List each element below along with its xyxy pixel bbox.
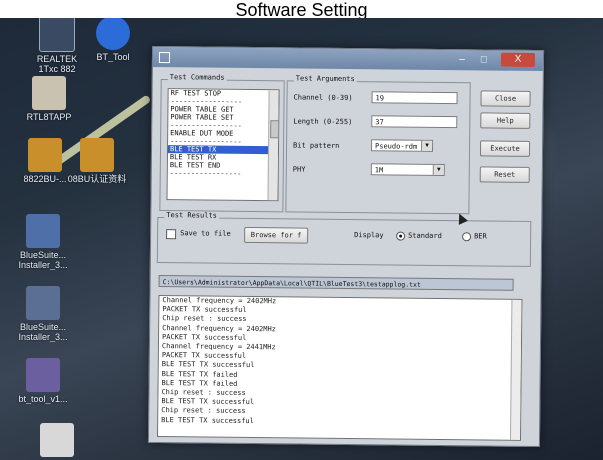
execute-button[interactable]: Execute xyxy=(479,140,531,157)
installer-icon xyxy=(26,214,60,248)
desktop-icon-sublabel: Installer_3... xyxy=(18,332,68,342)
save-to-file-checkbox[interactable] xyxy=(166,229,177,240)
realtek-icon xyxy=(39,18,75,52)
help-button[interactable]: Help xyxy=(480,112,531,129)
browse-button[interactable]: Browse for f xyxy=(244,226,309,244)
group-title: Test Results xyxy=(164,211,219,220)
group-title: Test Arguments xyxy=(293,74,357,84)
desktop-icon-label: BlueSuite... xyxy=(19,322,67,332)
bit-pattern-label: Bit pattern xyxy=(293,141,340,150)
title-bar: – □ X xyxy=(152,46,544,72)
phy-select[interactable]: 1M ▼ xyxy=(370,163,445,177)
phy-value: 1M xyxy=(374,166,384,175)
bluetest-window: – □ X Test Commands RF TEST STOP -------… xyxy=(147,45,545,448)
test-results-group: Test Results Save to file Browse for f D… xyxy=(156,211,532,267)
log-output[interactable]: Channel frequency = 2402MHz PACKET TX su… xyxy=(156,295,523,441)
standard-label: Standard xyxy=(408,231,442,241)
desktop-icon-label: BT_Tool xyxy=(96,52,130,62)
desktop-icon-sublabel: 1Txc 882 xyxy=(38,64,76,74)
desktop-icon-partial[interactable] xyxy=(22,423,92,459)
phy-label: PHY xyxy=(292,165,306,174)
desktop-icon-label: RTL8TAPP xyxy=(26,112,72,122)
desktop-icon-bluesuite-2[interactable]: BlueSuite... Installer_3... xyxy=(8,286,78,342)
display-label: Display xyxy=(354,231,384,240)
folder-icon xyxy=(80,138,114,172)
chevron-down-icon[interactable]: ▼ xyxy=(421,140,433,151)
length-input[interactable]: 37 xyxy=(371,115,458,129)
group-title: Test Commands xyxy=(167,73,227,82)
desktop-icon-bluesuite-1[interactable]: BlueSuite... Installer_3... xyxy=(8,214,78,270)
window-close-button[interactable]: X xyxy=(500,52,536,67)
desktop-icon-sublabel: Installer_3... xyxy=(18,260,68,270)
list-item[interactable]: ----------------- xyxy=(168,169,278,178)
channel-input[interactable]: 19 xyxy=(371,91,458,105)
desktop-photo: REALTEK 1Txc 882 BT_Tool RTL8TAPP 8822BU… xyxy=(0,18,603,460)
bit-pattern-value: Pseudo-rdm xyxy=(375,142,418,151)
desktop-icon-label: bt_tool_v1... xyxy=(18,394,68,404)
desktop-icon-rtl8tapp[interactable]: RTL8TAPP xyxy=(14,76,84,122)
log-path-field[interactable]: C:\Users\Administrator\AppData\Local\QTI… xyxy=(158,275,514,291)
length-label: Length (0-255) xyxy=(293,117,353,127)
channel-label: Channel (0-39) xyxy=(293,93,353,103)
bit-pattern-select[interactable]: Pseudo-rdm ▼ xyxy=(370,139,434,152)
reset-button[interactable]: Reset xyxy=(479,166,530,183)
desktop-icon-bt-tool-archive[interactable]: bt_tool_v1... xyxy=(8,358,78,404)
bt-tool-icon xyxy=(96,18,130,50)
desktop-icon-label: 08BU认证资料 xyxy=(67,174,127,184)
test-arguments-group: Test Arguments Channel (0-39) 19 Length … xyxy=(285,74,471,215)
test-commands-list[interactable]: RF TEST STOP ----------------- POWER TAB… xyxy=(166,88,280,202)
desktop-icon-bt-tool[interactable]: BT_Tool xyxy=(78,18,148,62)
ber-radio[interactable] xyxy=(462,232,472,242)
test-commands-group: Test Commands RF TEST STOP -------------… xyxy=(159,73,285,213)
ber-label: BER xyxy=(474,232,487,241)
scrollbar-thumb[interactable] xyxy=(270,120,280,139)
chevron-down-icon[interactable]: ▼ xyxy=(432,164,444,176)
archive-icon xyxy=(26,358,60,392)
standard-radio[interactable] xyxy=(396,231,406,241)
folder-icon xyxy=(28,138,62,172)
maximize-icon[interactable]: □ xyxy=(477,54,491,66)
app-icon xyxy=(158,52,171,64)
close-button[interactable]: Close xyxy=(480,90,531,107)
installer-icon xyxy=(26,286,60,320)
log-scrollbar[interactable] xyxy=(509,299,522,440)
desktop-icon-08bu[interactable]: 08BU认证资料 xyxy=(62,138,132,184)
rtl8tapp-icon xyxy=(32,76,66,110)
list-scrollbar[interactable] xyxy=(267,90,280,201)
minimize-icon[interactable]: – xyxy=(455,54,469,66)
save-to-file-label: Save to file xyxy=(180,229,231,238)
desktop-icon-label: BlueSuite... xyxy=(19,250,67,260)
document-icon xyxy=(40,423,74,457)
